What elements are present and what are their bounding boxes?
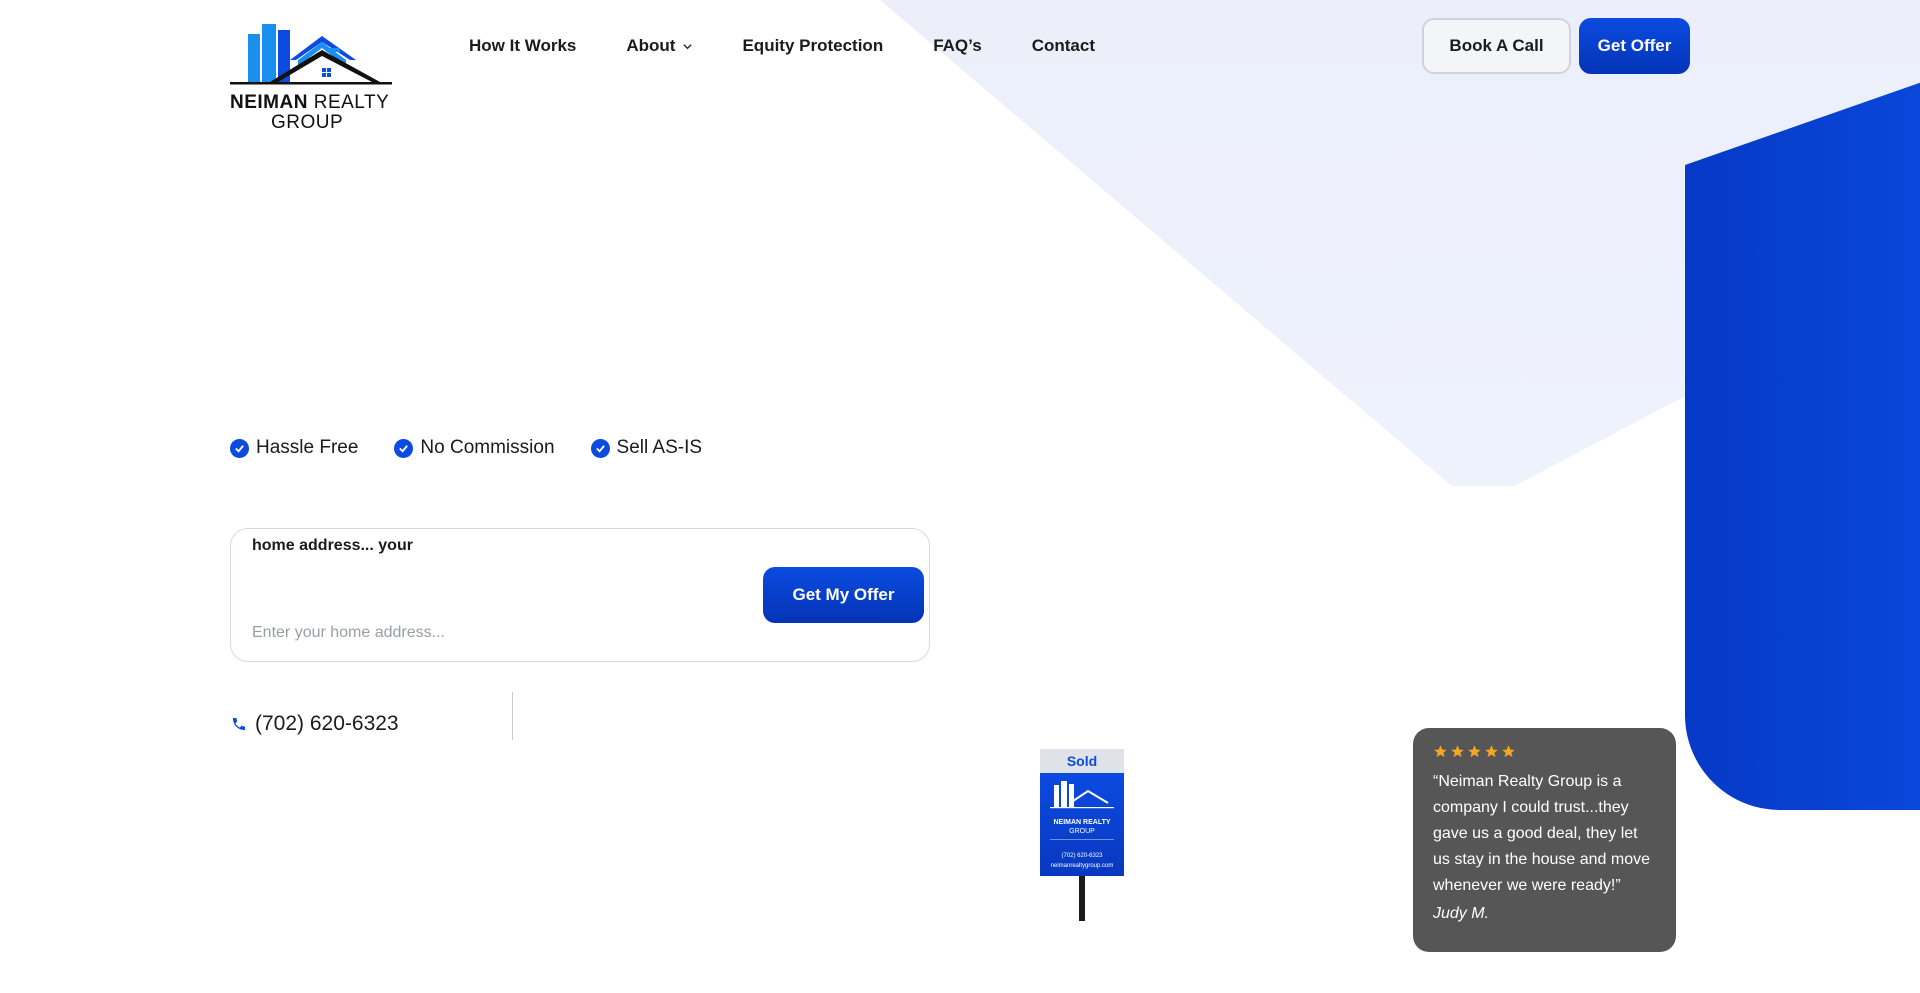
address-input[interactable]	[252, 621, 732, 645]
logo-wordmark: NEIMAN REALTY	[230, 92, 389, 114]
sign-logo-icon	[1050, 781, 1114, 809]
star-icon	[1485, 745, 1498, 758]
address-form: home address... your Get My Offer	[230, 528, 930, 662]
logo[interactable]: NEIMAN REALTY GROUP	[230, 20, 394, 133]
sign-phone: (702) 620-6323	[1061, 853, 1103, 859]
feature-item: Hassle Free	[230, 437, 358, 459]
nav-item-label: How It Works	[469, 36, 577, 55]
feature-label: Sell AS-IS	[616, 437, 703, 458]
feature-label: No Commission	[420, 437, 555, 458]
main-nav: How It Works About Equity Protection FAQ…	[469, 36, 1145, 56]
logo-buildings-icon	[230, 24, 392, 85]
nav-item-contact[interactable]: Contact	[1032, 36, 1095, 56]
nav-item-equity-protection[interactable]: Equity Protection	[742, 36, 883, 56]
sign-name-bold: NEIMAN	[1053, 819, 1082, 826]
sign-name-regular: REALTY	[1083, 819, 1111, 826]
sign-post	[1079, 876, 1085, 921]
phone-number: (702) 620-6323	[255, 712, 399, 735]
logo-name-bold: NEIMAN	[230, 92, 308, 113]
feature-item: Sell AS-IS	[590, 437, 703, 459]
nav-item-about[interactable]: About	[626, 36, 693, 56]
nav-item-faqs[interactable]: FAQ’s	[933, 36, 982, 56]
phone-icon	[233, 718, 245, 730]
logo-name-regular: REALTY	[313, 92, 390, 113]
star-icon	[1502, 745, 1515, 758]
nav-item-how-it-works[interactable]: How It Works	[469, 36, 576, 56]
book-a-call-button[interactable]: Book A Call	[1422, 18, 1571, 74]
feature-label: Hassle Free	[256, 437, 359, 458]
sign-sold-label: Sold	[1040, 749, 1124, 773]
address-field-label: home address... your	[252, 537, 413, 554]
sign-board: NEIMAN REALTY GROUP (702) 620-6323 neima…	[1040, 773, 1124, 876]
get-my-offer-button[interactable]: Get My Offer	[763, 567, 924, 623]
star-icon	[1468, 745, 1481, 758]
star-rating	[1433, 744, 1656, 759]
nav-item-label: FAQ’s	[933, 36, 982, 55]
phone-link[interactable]: (702) 620-6323	[231, 712, 399, 736]
testimonial-author: Judy M.	[1433, 905, 1490, 922]
divider	[512, 692, 513, 740]
get-offer-button[interactable]: Get Offer	[1579, 18, 1690, 74]
sign-divider	[1050, 839, 1114, 840]
sign-website: neimanrealtygroup.com	[1050, 863, 1114, 869]
testimonial-quote: “Neiman Realty Group is a company I coul…	[1433, 773, 1651, 894]
check-circle-icon	[590, 438, 610, 458]
check-circle-icon	[230, 438, 249, 458]
chevron-down-icon	[683, 43, 693, 49]
star-icon	[1451, 745, 1464, 758]
testimonial-card: “Neiman Realty Group is a company I coul…	[1413, 728, 1676, 952]
background-blue-panel	[1685, 60, 1920, 810]
check-circle-icon	[394, 438, 414, 458]
nav-item-label: Contact	[1031, 36, 1095, 55]
logo-name-line2: GROUP	[271, 112, 344, 133]
sign-name-line2: GROUP	[1069, 828, 1095, 835]
nav-item-label: About	[626, 36, 676, 55]
star-icon	[1434, 745, 1447, 758]
nav-item-label: Equity Protection	[742, 36, 884, 55]
feature-list: Hassle Free No Commission Sell AS-IS	[230, 437, 738, 459]
sold-sign-image: Sold NEIMAN REALTY GROUP (702) 620-6323 …	[1040, 749, 1124, 921]
sign-brand-name: NEIMAN REALTY	[1040, 819, 1124, 826]
feature-item: No Commission	[394, 437, 555, 459]
